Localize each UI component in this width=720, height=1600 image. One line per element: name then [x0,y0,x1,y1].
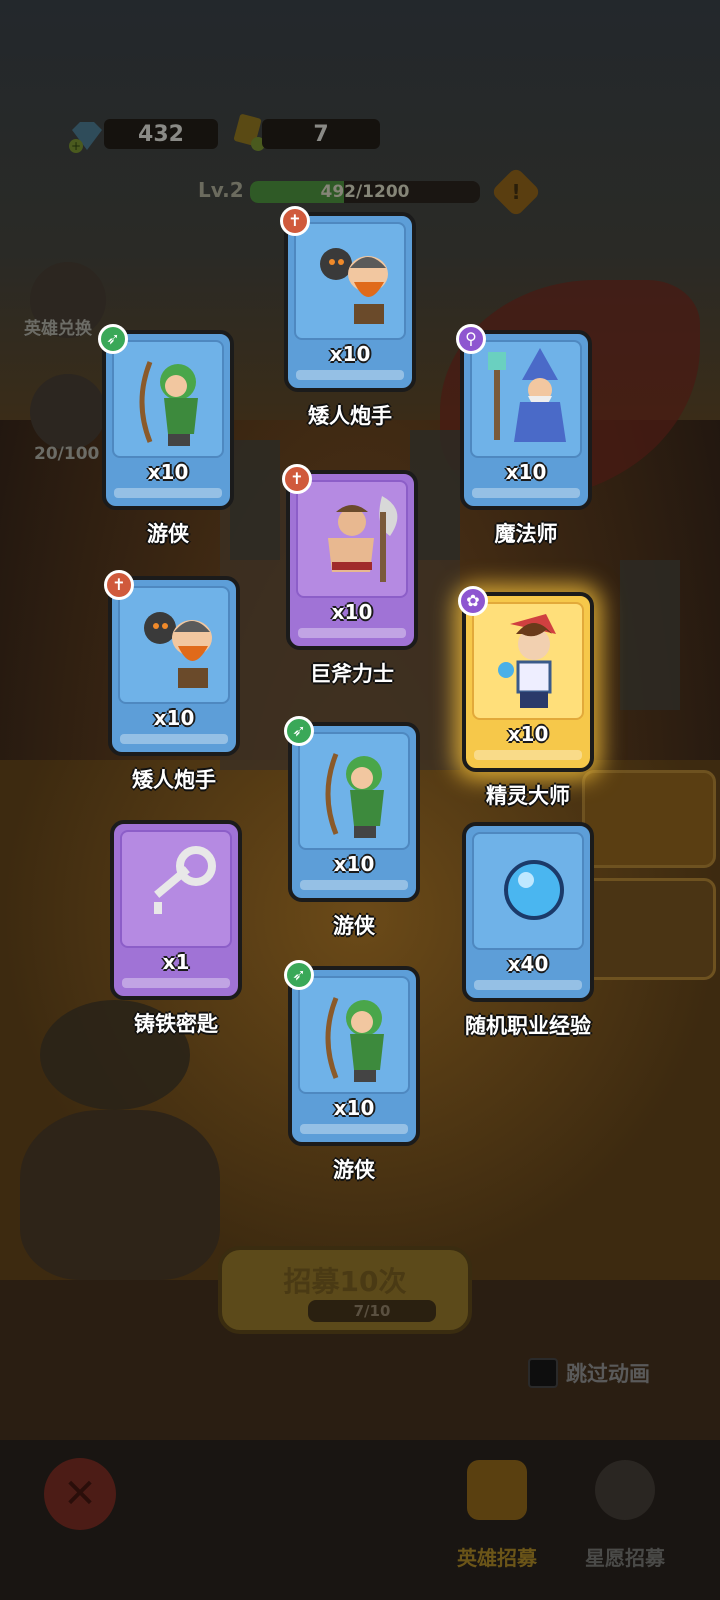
reward-name: 矮人炮手 [132,768,216,792]
reward-card-spirit-master[interactable]: x10 ✿ [458,586,594,772]
reward-portrait [298,732,410,850]
reward-name: 游侠 [333,914,375,938]
cannon-class-icon: ✝ [282,464,312,494]
reward-name: 矮人炮手 [308,404,392,428]
reward-quantity: x40 [507,952,549,976]
reward-quantity: x10 [333,852,375,876]
dwarf-gunner-icon [320,248,388,324]
ranger-icon [325,753,384,838]
recruit-10-button[interactable]: 招募10次 7/10 [218,1246,472,1334]
reward-name: 随机职业经验 [465,1014,591,1038]
mage-icon [488,348,566,442]
alert-icon[interactable]: ! [490,166,542,218]
reward-quantity: x10 [153,706,195,730]
ranger-icon [139,361,198,446]
paw-class-icon: ✿ [458,586,488,616]
card-stripe [474,750,582,760]
gem-count: 432 [104,119,218,149]
xp-text: 492/1200 [320,182,410,202]
close-icon[interactable]: ✕ [44,1458,116,1530]
reward-portrait [294,222,406,340]
ticket-icon [467,1460,527,1520]
reward-card-mage[interactable]: x10 ⚲ [456,324,592,510]
cannon-class-icon: ✝ [104,570,134,600]
reward-name: 铸铁密匙 [134,1012,218,1036]
cannon-class-icon: ✝ [280,206,310,236]
reward-portrait [118,586,230,704]
reward-quantity: x10 [505,460,547,484]
reward-card-ranger[interactable]: x10 ➶ [98,324,234,510]
card-stripe [472,488,580,498]
reward-card-dwarf-gunner[interactable]: x10 ✝ [280,206,416,392]
reward-card-dwarf-gunner[interactable]: x10 ✝ [104,570,240,756]
tab-wish-recruit-label: 星愿招募 [585,1546,665,1570]
skip-checkbox[interactable] [528,1358,558,1388]
dwarf-gunner-icon [144,612,212,688]
reward-card-axe-warrior[interactable]: x10 ✝ [282,464,418,650]
reward-quantity: x10 [331,600,373,624]
reward-portrait [472,602,584,720]
skip-animation-label: 跳过动画 [566,1362,650,1386]
ranger-icon [325,997,384,1082]
card-stripe [300,880,408,890]
tab-hero-recruit[interactable]: 英雄招募 [432,1460,562,1580]
card-stripe [122,978,230,988]
recruit-label: 招募10次 [283,1265,407,1298]
reward-name: 精灵大师 [486,784,570,808]
reward-name: 巨斧力士 [310,662,394,686]
axe-warrior-icon [328,496,398,582]
reward-portrait [472,832,584,950]
reward-quantity: x10 [329,342,371,366]
reward-card-iron-key[interactable]: x1 [110,820,242,1000]
hero-character [20,1110,220,1280]
spirit-master-icon [498,614,556,708]
ticket-count: 7 [262,119,380,149]
reward-quantity: x1 [162,950,190,974]
reward-quantity: x10 [147,460,189,484]
reward-name: 游侠 [333,1158,375,1182]
card-stripe [474,980,582,990]
reward-portrait [120,830,232,948]
angel-icon [595,1460,655,1520]
stars-count: 20/100 [34,444,100,464]
tab-hero-recruit-label: 英雄招募 [457,1546,537,1570]
reward-quantity: x10 [507,722,549,746]
reward-name: 魔法师 [494,522,558,546]
svg-text:+: + [71,139,81,153]
reward-quantity: x10 [333,1096,375,1120]
skip-animation-toggle[interactable]: 跳过动画 [528,1358,650,1388]
card-stripe [120,734,228,744]
card-stripe [298,628,406,638]
player-level: Lv.2 [198,178,244,202]
reward-portrait [296,480,408,598]
reward-portrait [470,340,582,458]
reward-card-ranger[interactable]: x10 ➶ [284,716,420,902]
iron-key-icon [154,846,216,914]
bow-class-icon: ➶ [98,324,128,354]
star-icon[interactable] [30,374,106,450]
staff-class-icon: ⚲ [456,324,486,354]
card-stripe [296,370,404,380]
bow-class-icon: ➶ [284,960,314,990]
reward-portrait [112,340,224,458]
gem-icon: + [69,122,102,153]
recruit-progress-text: 7/10 [353,1302,391,1320]
reward-name: 游侠 [147,522,189,546]
bow-class-icon: ➶ [284,716,314,746]
lifetime-card-button[interactable] [582,878,716,980]
reward-card-question-orb[interactable]: x40 [462,822,594,1002]
hero-exchange-label: 英雄兑换 [24,319,92,339]
question-orb-icon [504,860,564,920]
tab-wish-recruit[interactable]: 星愿招募 [560,1460,690,1580]
reward-card-ranger[interactable]: x10 ➶ [284,960,420,1146]
card-stripe [114,488,222,498]
card-stripe [300,1124,408,1134]
reward-portrait [298,976,410,1094]
